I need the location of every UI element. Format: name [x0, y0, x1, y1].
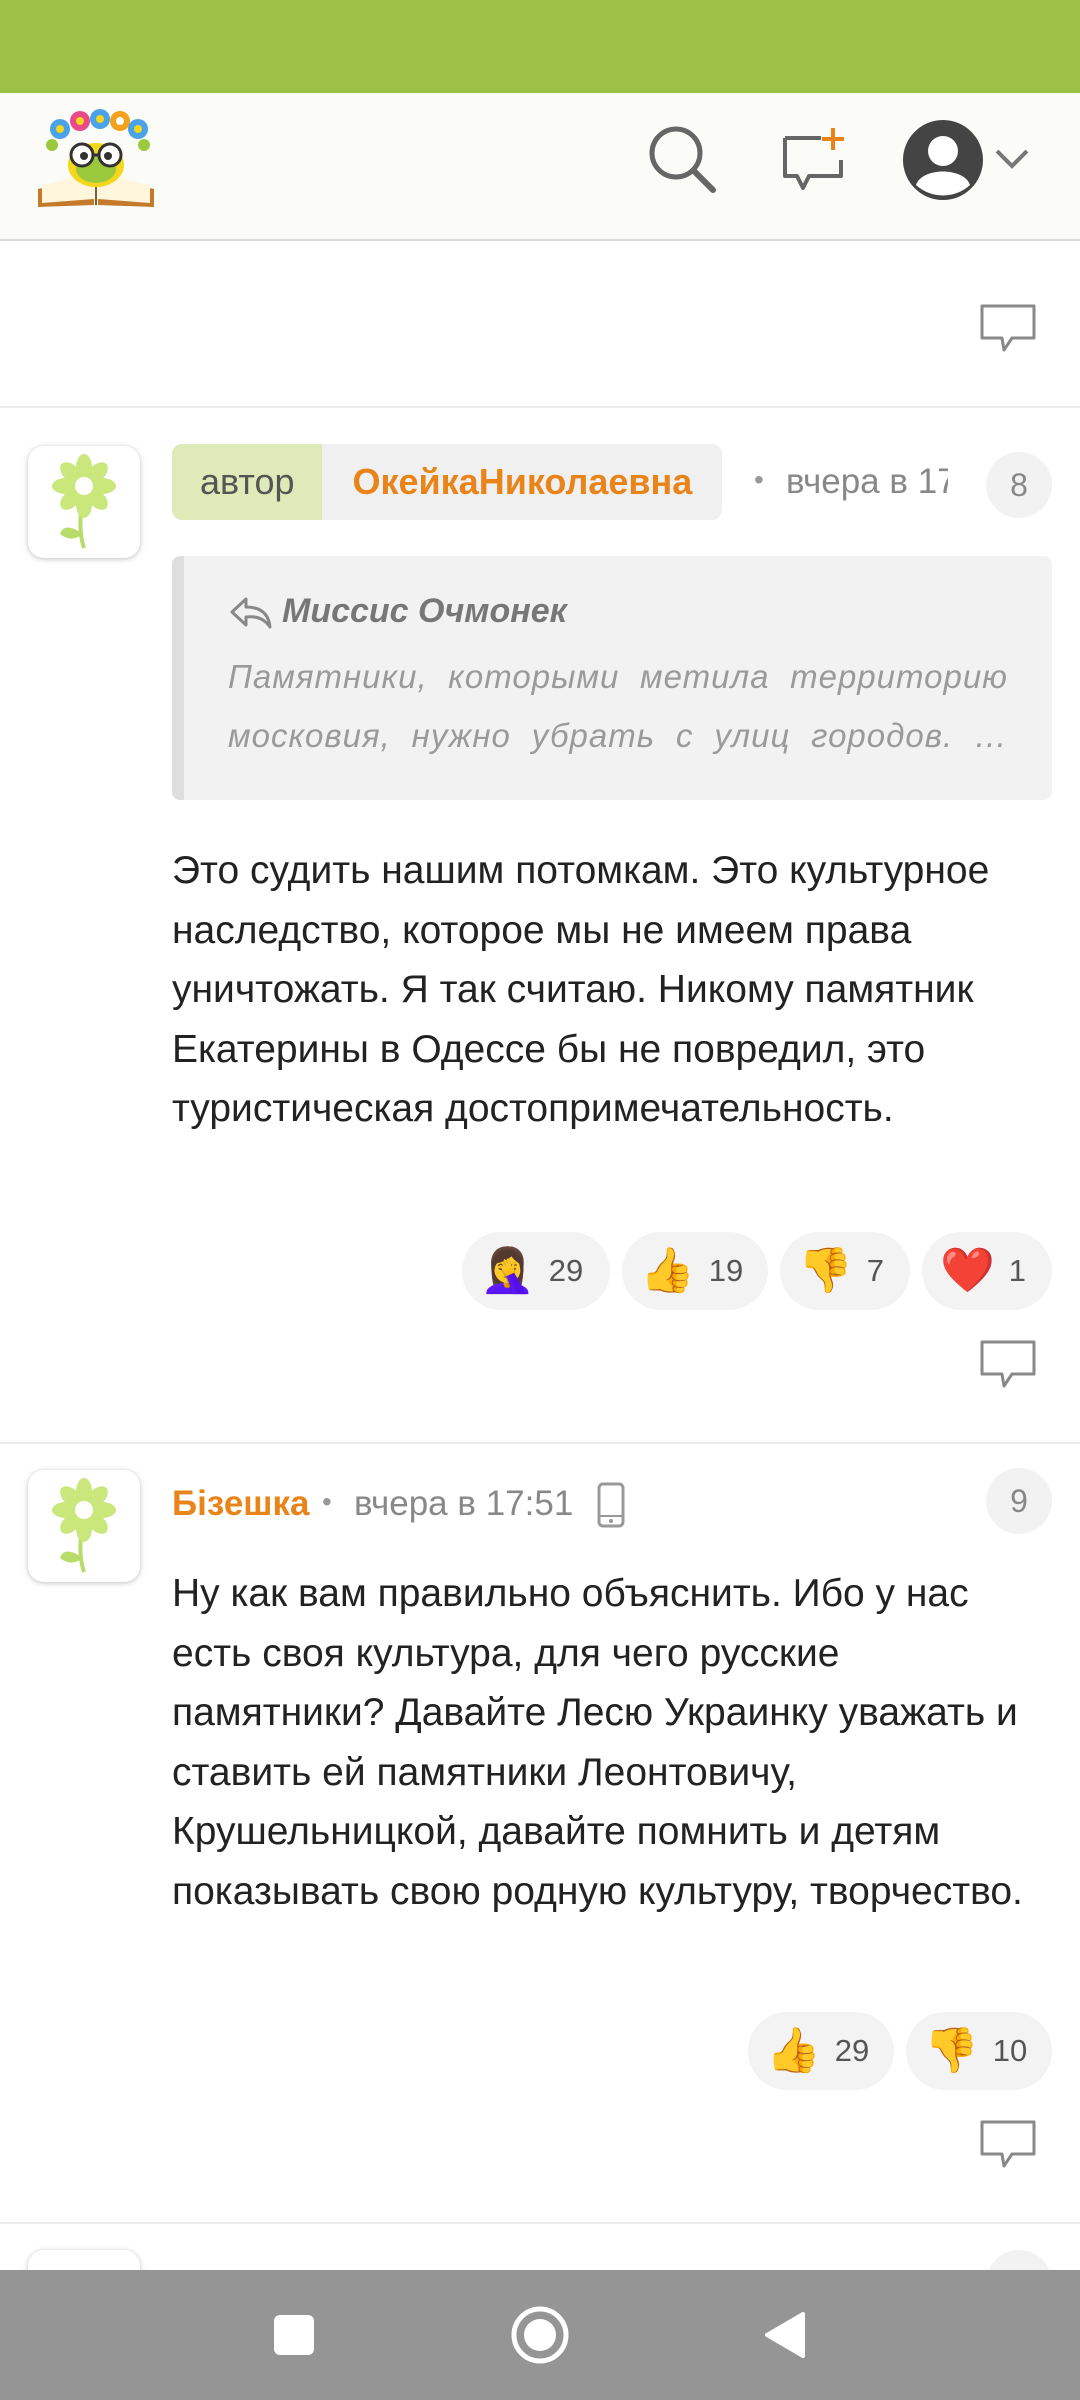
thumbs-down-icon: 👎 [924, 2026, 979, 2075]
comment-text: Ну как вам правильно объяснить. Ибо у на… [172, 1572, 1023, 1913]
triangle-back-icon[interactable] [744, 2295, 824, 2375]
reaction-thumbs-up[interactable]: 👍 29 [748, 2012, 894, 2090]
circle-icon[interactable] [500, 2295, 580, 2375]
facepalm-icon: 🤦‍♀️ [480, 1246, 535, 1295]
reply-icon[interactable] [978, 1338, 1038, 1392]
user-avatar-icon[interactable] [898, 115, 988, 205]
comment-separator [0, 406, 1080, 408]
quote-author: Миссис Очмонек [282, 592, 567, 630]
quoted-comment[interactable]: Миссис Очмонек Памятники, которыми метил… [172, 556, 1052, 800]
reply-icon[interactable] [978, 2118, 1038, 2172]
reaction-count: 1 [1008, 1253, 1027, 1288]
reaction-count: 19 [708, 1253, 744, 1288]
author-name[interactable]: Бізешка [172, 1484, 309, 1524]
reaction-thumbs-down[interactable]: 👎 10 [906, 2012, 1052, 2090]
status-bar [0, 0, 1080, 93]
comment-separator [0, 2222, 1080, 2224]
author-tag: автор [172, 444, 323, 520]
avatar[interactable] [28, 2250, 140, 2270]
reaction-count: 29 [834, 2033, 870, 2068]
comment-reactions: 👍 29 👎 10 [748, 2012, 1052, 2090]
comment-reactions: 🤦‍♀️ 29 👍 19 👎 7 ❤️ 1 [462, 1232, 1052, 1310]
meta-separator-dot: • [754, 464, 764, 495]
comment-number-badge[interactable]: 8 [986, 452, 1052, 518]
comment-number-badge[interactable] [986, 2250, 1052, 2270]
quote-author-line: Миссис Очмонек [228, 592, 1008, 631]
reaction-count: 7 [866, 1253, 885, 1288]
thumbs-down-icon: 👎 [798, 1246, 853, 1295]
reaction-count: 10 [992, 2033, 1028, 2068]
thumbs-up-icon: 👍 [766, 2026, 821, 2075]
avatar[interactable] [28, 446, 140, 558]
reaction-facepalm[interactable]: 🤦‍♀️ 29 [462, 1232, 610, 1310]
comment-number-badge[interactable]: 9 [986, 1468, 1052, 1534]
comment-time: вчера в 17: [786, 462, 948, 501]
reply-arrow-icon [230, 597, 272, 628]
thumbs-up-icon: 👍 [640, 1246, 695, 1295]
author-badge[interactable]: автор ОкейкаНиколаевна [172, 444, 723, 520]
reaction-thumbs-up[interactable]: 👍 19 [622, 1232, 768, 1310]
quote-text: Памятники, которыми метила территорию мо… [228, 658, 1008, 754]
search-icon[interactable] [642, 119, 722, 199]
comment-separator [0, 1442, 1080, 1444]
heart-icon: ❤️ [940, 1246, 995, 1295]
meta-separator-dot: • [322, 1486, 332, 1517]
reaction-count: 29 [548, 1253, 584, 1288]
new-post-icon[interactable] [774, 119, 854, 199]
reaction-heart[interactable]: ❤️ 1 [922, 1232, 1052, 1310]
site-logo[interactable] [34, 107, 158, 211]
comment-feed[interactable]: 👍 🤦‍♀️ 👎 автор ОкейкаН [0, 160, 1080, 2270]
comment-number: 9 [1010, 1482, 1028, 1519]
app-header [0, 93, 1080, 241]
author-name[interactable]: ОкейкаНиколаевна [322, 444, 723, 520]
mobile-phone-icon [596, 1482, 626, 1533]
chevron-down-icon[interactable] [990, 119, 1034, 199]
system-navigation-bar [0, 2270, 1080, 2400]
comment-text: Это судить нашим потомкам. Это культурно… [172, 849, 990, 1130]
square-icon[interactable] [254, 2295, 334, 2375]
reply-icon[interactable] [978, 302, 1038, 356]
avatar[interactable] [28, 1470, 140, 1582]
comment-number: 8 [1010, 466, 1028, 503]
reaction-thumbs-down[interactable]: 👎 7 [780, 1232, 910, 1310]
comment-time: вчера в 17:51 [354, 1484, 574, 1523]
